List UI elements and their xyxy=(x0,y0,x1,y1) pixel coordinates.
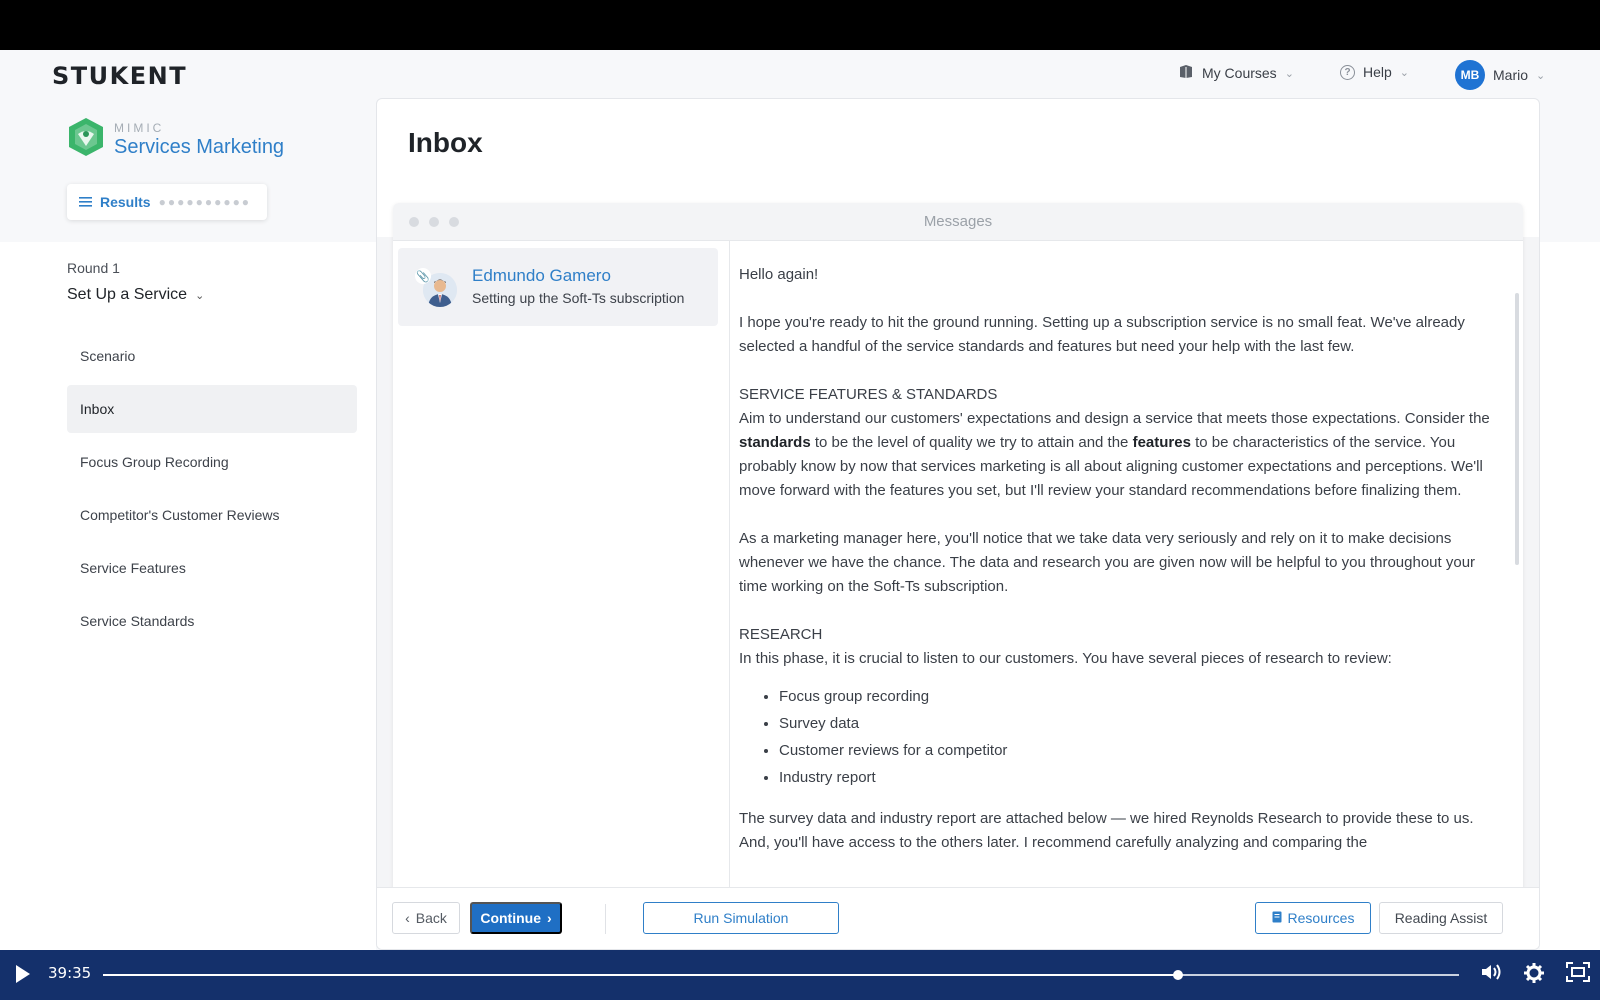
continue-button[interactable]: Continue › xyxy=(470,902,562,934)
help-menu[interactable]: ? Help ⌄ xyxy=(1340,64,1409,80)
message-item[interactable]: 📎 Edmundo Gamero Setting up the Soft-Ts … xyxy=(398,248,718,326)
help-label: Help xyxy=(1363,64,1392,80)
list-item: Focus group recording xyxy=(779,683,1497,710)
sidebar-item-service-standards[interactable]: Service Standards xyxy=(67,597,357,645)
settings-gear-icon[interactable] xyxy=(1523,962,1545,990)
research-list: Focus group recording Survey data Custom… xyxy=(779,683,1497,791)
run-simulation-label: Run Simulation xyxy=(693,910,789,926)
attachment-icon: 📎 xyxy=(415,268,431,284)
continue-label: Continue xyxy=(480,910,541,926)
resources-label: Resources xyxy=(1287,910,1355,926)
video-controls: 39:35 xyxy=(0,950,1600,1000)
sidebar-item-label: Service Standards xyxy=(80,613,195,629)
chevron-down-icon: ⌄ xyxy=(1536,69,1546,82)
results-label: Results xyxy=(100,194,151,210)
user-menu[interactable]: MB Mario ⌄ xyxy=(1455,60,1545,90)
sidebar-item-scenario[interactable]: Scenario xyxy=(67,332,357,380)
app-window: STUKENT My Courses ⌄ ? Help ⌄ MB Mario ⌄… xyxy=(0,50,1600,950)
page-title: Inbox xyxy=(408,127,483,158)
menu-icon xyxy=(79,194,92,210)
sidebar-item-focus-group-recording[interactable]: Focus Group Recording xyxy=(67,438,357,486)
sidebar-item-label: Competitor's Customer Reviews xyxy=(80,507,280,523)
messages-title: Messages xyxy=(923,213,993,230)
reading-assist-button[interactable]: Reading Assist xyxy=(1379,902,1503,934)
back-button[interactable]: ‹ Back xyxy=(392,902,460,934)
messages-window: Messages 📎 Edmundo Gamero Setting up the… xyxy=(393,203,1523,903)
mimic-logo-icon xyxy=(66,116,106,163)
fullscreen-icon[interactable] xyxy=(1566,962,1590,988)
document-icon xyxy=(1272,910,1282,926)
section-heading: SERVICE FEATURES & STANDARDS xyxy=(739,386,998,403)
sidebar-item-label: Scenario xyxy=(80,348,136,364)
footer-divider xyxy=(605,904,606,934)
message-paragraph: As a marketing manager here, you'll noti… xyxy=(739,530,1476,595)
sidebar-nav: Scenario Inbox Focus Group Recording Com… xyxy=(67,332,357,650)
round-label: Round 1 xyxy=(67,260,120,276)
my-courses-menu[interactable]: My Courses ⌄ xyxy=(1178,64,1294,82)
sidebar-item-competitor-reviews[interactable]: Competitor's Customer Reviews xyxy=(67,491,357,539)
message-subject: Setting up the Soft-Ts subscription xyxy=(472,290,685,306)
book-icon xyxy=(1178,64,1194,82)
brand-subtitle: MIMIC xyxy=(114,120,165,135)
reading-assist-label: Reading Assist xyxy=(1394,910,1488,926)
message-scrollbar[interactable] xyxy=(1515,293,1519,565)
round-title: Set Up a Service xyxy=(67,286,188,303)
resources-button[interactable]: Resources xyxy=(1255,902,1371,934)
video-progress-handle[interactable] xyxy=(1173,970,1184,980)
stukent-logo[interactable]: STUKENT xyxy=(52,62,187,90)
section-heading: RESEARCH xyxy=(739,626,823,643)
list-item: Survey data xyxy=(779,710,1497,737)
bold-term: standards xyxy=(739,434,811,451)
right-background xyxy=(1540,242,1600,950)
message-list: 📎 Edmundo Gamero Setting up the Soft-Ts … xyxy=(393,241,730,903)
my-courses-label: My Courses xyxy=(1202,65,1277,81)
user-avatar: MB xyxy=(1455,60,1485,90)
message-paragraph: The survey data and industry report are … xyxy=(739,810,1474,851)
run-simulation-button[interactable]: Run Simulation xyxy=(643,902,839,934)
message-paragraph: I hope you're ready to hit the ground ru… xyxy=(739,314,1465,355)
chevron-down-icon: ⌄ xyxy=(195,289,205,302)
list-item: Customer reviews for a competitor xyxy=(779,737,1497,764)
paragraph-text: In this phase, it is crucial to listen t… xyxy=(739,650,1392,667)
message-sender: Edmundo Gamero xyxy=(472,266,611,285)
chevron-right-icon: › xyxy=(546,910,552,926)
progress-dots: ●●●●●●●●●● xyxy=(158,195,252,209)
video-time: 39:35 xyxy=(48,964,92,982)
video-progress-bar[interactable] xyxy=(103,970,1459,980)
paragraph-text: to be the level of quality we try to att… xyxy=(810,434,1133,451)
sidebar-item-inbox[interactable]: Inbox xyxy=(67,385,357,433)
footer-toolbar: ‹ Back Continue › Run Simulation Resourc… xyxy=(377,887,1539,949)
chevron-down-icon: ⌄ xyxy=(1284,67,1294,80)
message-body: Hello again! I hope you're ready to hit … xyxy=(739,241,1509,903)
window-titlebar: Messages xyxy=(393,203,1523,241)
message-paragraph: SERVICE FEATURES & STANDARDS Aim to unde… xyxy=(739,383,1497,503)
bold-term: features xyxy=(1132,434,1191,451)
round-selector[interactable]: Set Up a Service ⌄ xyxy=(67,286,204,304)
main-card: Inbox Messages 📎 Edmundo Gamero Setting … xyxy=(376,98,1540,950)
sidebar-item-label: Focus Group Recording xyxy=(80,454,229,470)
help-icon: ? xyxy=(1340,64,1355,80)
sidebar-item-label: Service Features xyxy=(80,560,186,576)
chevron-down-icon: ⌄ xyxy=(1399,66,1410,79)
video-progress-fill xyxy=(103,974,1179,976)
message-paragraph: RESEARCH In this phase, it is crucial to… xyxy=(739,623,1497,671)
message-greeting: Hello again! xyxy=(739,266,819,283)
sidebar-item-label: Inbox xyxy=(80,401,115,417)
play-icon[interactable] xyxy=(16,965,30,983)
product-brand: MIMIC Services Marketing xyxy=(66,116,284,163)
sidebar-item-service-features[interactable]: Service Features xyxy=(67,544,357,592)
list-item: Industry report xyxy=(779,764,1497,791)
back-label: Back xyxy=(415,910,447,926)
volume-icon[interactable] xyxy=(1480,962,1504,988)
results-button[interactable]: Results ●●●●●●●●●● xyxy=(67,184,267,220)
brand-title: Services Marketing xyxy=(114,135,285,158)
user-name: Mario xyxy=(1493,67,1529,83)
chevron-left-icon: ‹ xyxy=(405,910,410,926)
paragraph-text: Aim to understand our customers' expecta… xyxy=(739,410,1490,427)
